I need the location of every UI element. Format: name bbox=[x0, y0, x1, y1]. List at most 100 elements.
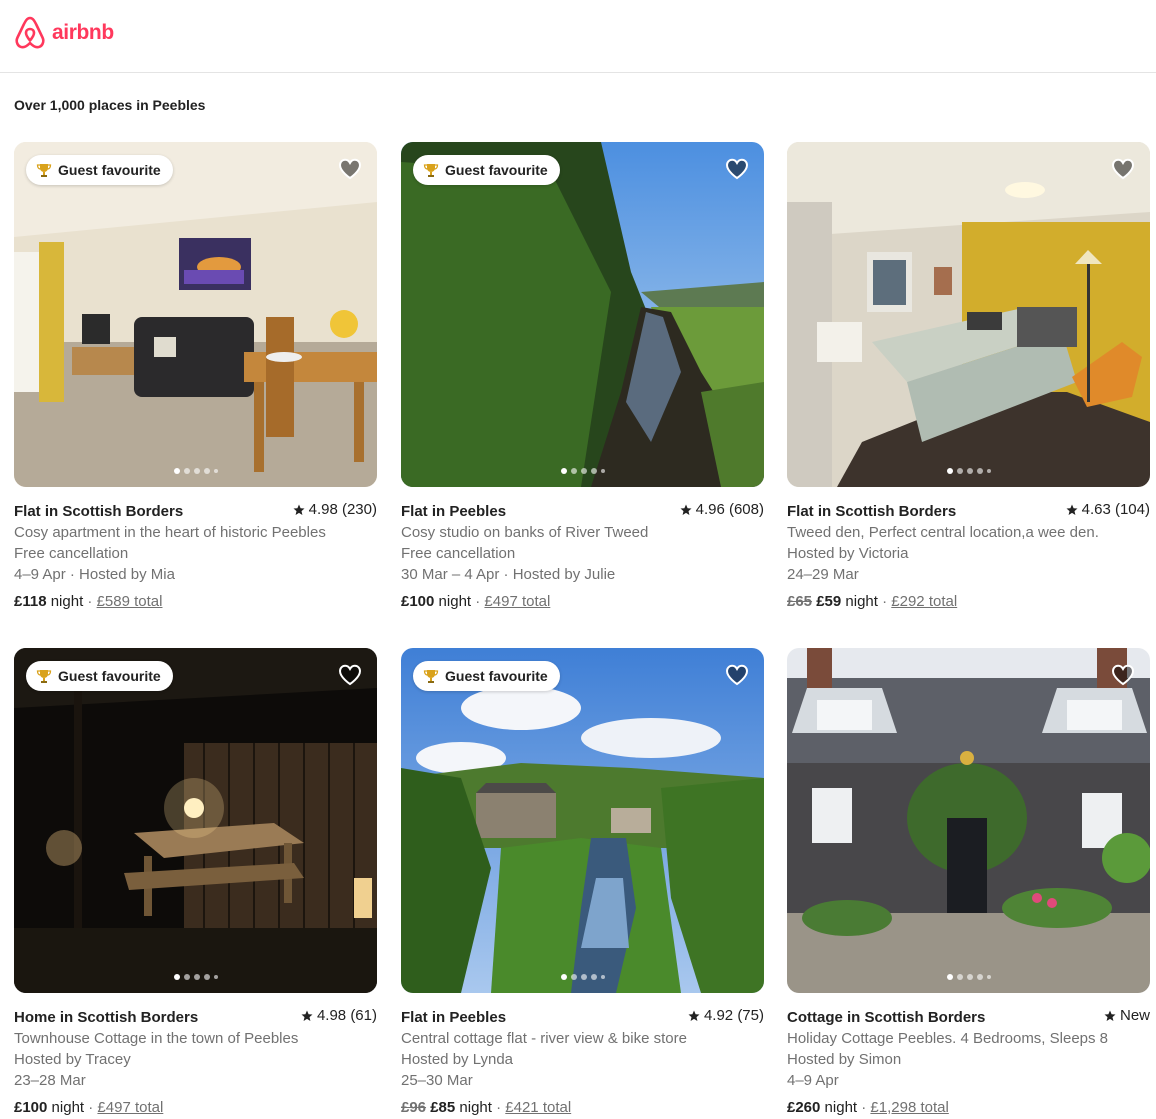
listing-dates: 24–29 Mar bbox=[787, 565, 859, 583]
night-price: £100 bbox=[401, 592, 435, 610]
heart-icon[interactable] bbox=[724, 156, 750, 182]
listing-photo[interactable]: Guest favourite bbox=[401, 142, 764, 487]
pagination-dot[interactable] bbox=[570, 974, 577, 980]
listing-rating: 4.63 (104) bbox=[1066, 499, 1150, 520]
listing-type: Cottage in Scottish Borders bbox=[787, 1008, 986, 1026]
star-icon bbox=[688, 1010, 700, 1021]
price-separator: · bbox=[87, 592, 93, 610]
listing-card[interactable]: Guest favourite Home in Scottish Borders… bbox=[14, 648, 377, 1118]
listing-rating: 4.98 (230) bbox=[293, 499, 377, 520]
night-price: £59 bbox=[816, 592, 842, 610]
listing-card[interactable]: Guest favourite Flat in Peebles 4.92 (75… bbox=[401, 648, 764, 1118]
pagination-dot[interactable] bbox=[946, 468, 953, 474]
rating-value: 4.63 (104) bbox=[1081, 501, 1150, 518]
listing-description: Tweed den, Perfect central location,a we… bbox=[787, 523, 1099, 541]
pagination-dot[interactable] bbox=[600, 469, 605, 473]
pagination-dot[interactable] bbox=[203, 468, 210, 474]
price-row: £100 night · £497 total bbox=[14, 1097, 377, 1118]
listing-photo[interactable] bbox=[787, 142, 1150, 487]
airbnb-logo[interactable]: airbnb bbox=[14, 16, 114, 50]
price-row: £260 night · £1,298 total bbox=[787, 1097, 1150, 1118]
pagination-dot[interactable] bbox=[966, 974, 973, 980]
total-price-link[interactable]: £421 total bbox=[505, 1099, 571, 1116]
pagination-dot[interactable] bbox=[946, 974, 953, 980]
photo-pagination[interactable] bbox=[946, 468, 991, 474]
pagination-dot[interactable] bbox=[560, 974, 567, 980]
pagination-dot[interactable] bbox=[966, 468, 973, 474]
listing-photo[interactable]: Guest favourite bbox=[14, 648, 377, 993]
pagination-dot[interactable] bbox=[580, 468, 587, 474]
pagination-dot[interactable] bbox=[213, 975, 218, 979]
pagination-dot[interactable] bbox=[600, 975, 605, 979]
badge-label: Guest favourite bbox=[58, 162, 161, 178]
listing-type: Flat in Peebles bbox=[401, 502, 507, 520]
pagination-dot[interactable] bbox=[183, 468, 190, 474]
listing-description: Holiday Cottage Peebles. 4 Bedrooms, Sle… bbox=[787, 1029, 1109, 1047]
photo-pagination[interactable] bbox=[560, 468, 605, 474]
pagination-dot[interactable] bbox=[580, 974, 587, 980]
listing-dates: 4–9 Apr bbox=[787, 1071, 839, 1089]
photo-pagination[interactable] bbox=[946, 974, 991, 980]
listing-rating: 4.98 (61) bbox=[301, 1005, 377, 1026]
pagination-dot[interactable] bbox=[193, 468, 200, 474]
listing-type: Flat in Peebles bbox=[401, 1008, 507, 1026]
pagination-dot[interactable] bbox=[183, 974, 190, 980]
top-header: airbnb bbox=[0, 0, 1156, 73]
pagination-dot[interactable] bbox=[590, 468, 597, 474]
listing-card[interactable]: Cottage in Scottish Borders New Holiday … bbox=[787, 648, 1150, 1118]
listing-photo[interactable]: Guest favourite bbox=[401, 648, 764, 993]
pagination-dot[interactable] bbox=[570, 468, 577, 474]
total-price-link[interactable]: £497 total bbox=[97, 1099, 163, 1116]
photo-pagination[interactable] bbox=[173, 974, 218, 980]
pagination-dot[interactable] bbox=[986, 975, 991, 979]
listing-type: Flat in Scottish Borders bbox=[787, 502, 957, 520]
listing-photo[interactable] bbox=[787, 648, 1150, 993]
pagination-dot[interactable] bbox=[560, 468, 567, 474]
star-icon bbox=[680, 504, 692, 515]
price-separator: · bbox=[496, 1098, 502, 1116]
listing-dates: 4–9 Apr · Hosted by Mia bbox=[14, 565, 175, 583]
pagination-dot[interactable] bbox=[986, 469, 991, 473]
night-price: £100 bbox=[14, 1098, 48, 1116]
price-separator: · bbox=[882, 592, 888, 610]
listing-host: Hosted by Lynda bbox=[401, 1050, 514, 1068]
heart-icon[interactable] bbox=[337, 156, 363, 182]
total-price-link[interactable]: £497 total bbox=[484, 593, 550, 610]
pagination-dot[interactable] bbox=[590, 974, 597, 980]
listing-photo[interactable]: Guest favourite bbox=[14, 142, 377, 487]
pagination-dot[interactable] bbox=[956, 468, 963, 474]
heart-icon[interactable] bbox=[337, 662, 363, 688]
photo-pagination[interactable] bbox=[560, 974, 605, 980]
pagination-dot[interactable] bbox=[213, 469, 218, 473]
photo-pagination[interactable] bbox=[173, 468, 218, 474]
night-price: £118 bbox=[14, 592, 47, 610]
cottage-photo bbox=[787, 648, 1150, 993]
night-label: night bbox=[824, 1098, 858, 1116]
rating-value: New bbox=[1119, 1007, 1150, 1024]
pagination-dot[interactable] bbox=[203, 974, 210, 980]
pagination-dot[interactable] bbox=[956, 974, 963, 980]
pagination-dot[interactable] bbox=[173, 974, 180, 980]
badge-label: Guest favourite bbox=[445, 162, 548, 178]
total-price-link[interactable]: £589 total bbox=[97, 593, 163, 610]
heart-icon[interactable] bbox=[1110, 662, 1136, 688]
trophy-icon bbox=[36, 164, 52, 177]
pagination-dot[interactable] bbox=[173, 468, 180, 474]
listing-card[interactable]: Guest favourite Flat in Peebles 4.96 (60… bbox=[401, 142, 764, 612]
listing-card[interactable]: Flat in Scottish Borders 4.63 (104) Twee… bbox=[787, 142, 1150, 612]
total-price-link[interactable]: £292 total bbox=[891, 593, 957, 610]
listing-card[interactable]: Guest favourite Flat in Scottish Borders… bbox=[14, 142, 377, 612]
night-price: £260 bbox=[787, 1098, 821, 1116]
results-count: Over 1,000 places in Peebles bbox=[14, 97, 206, 113]
listing-info: Cottage in Scottish Borders New Holiday … bbox=[787, 1005, 1150, 1118]
village-river-photo bbox=[401, 648, 764, 993]
heart-icon[interactable] bbox=[1110, 156, 1136, 182]
badge-label: Guest favourite bbox=[58, 668, 161, 684]
pagination-dot[interactable] bbox=[976, 974, 983, 980]
pagination-dot[interactable] bbox=[976, 468, 983, 474]
listing-description: Cosy studio on banks of River Tweed bbox=[401, 523, 649, 541]
pagination-dot[interactable] bbox=[193, 974, 200, 980]
listing-host: Hosted by Tracey bbox=[14, 1050, 131, 1068]
heart-icon[interactable] bbox=[724, 662, 750, 688]
total-price-link[interactable]: £1,298 total bbox=[870, 1099, 948, 1116]
